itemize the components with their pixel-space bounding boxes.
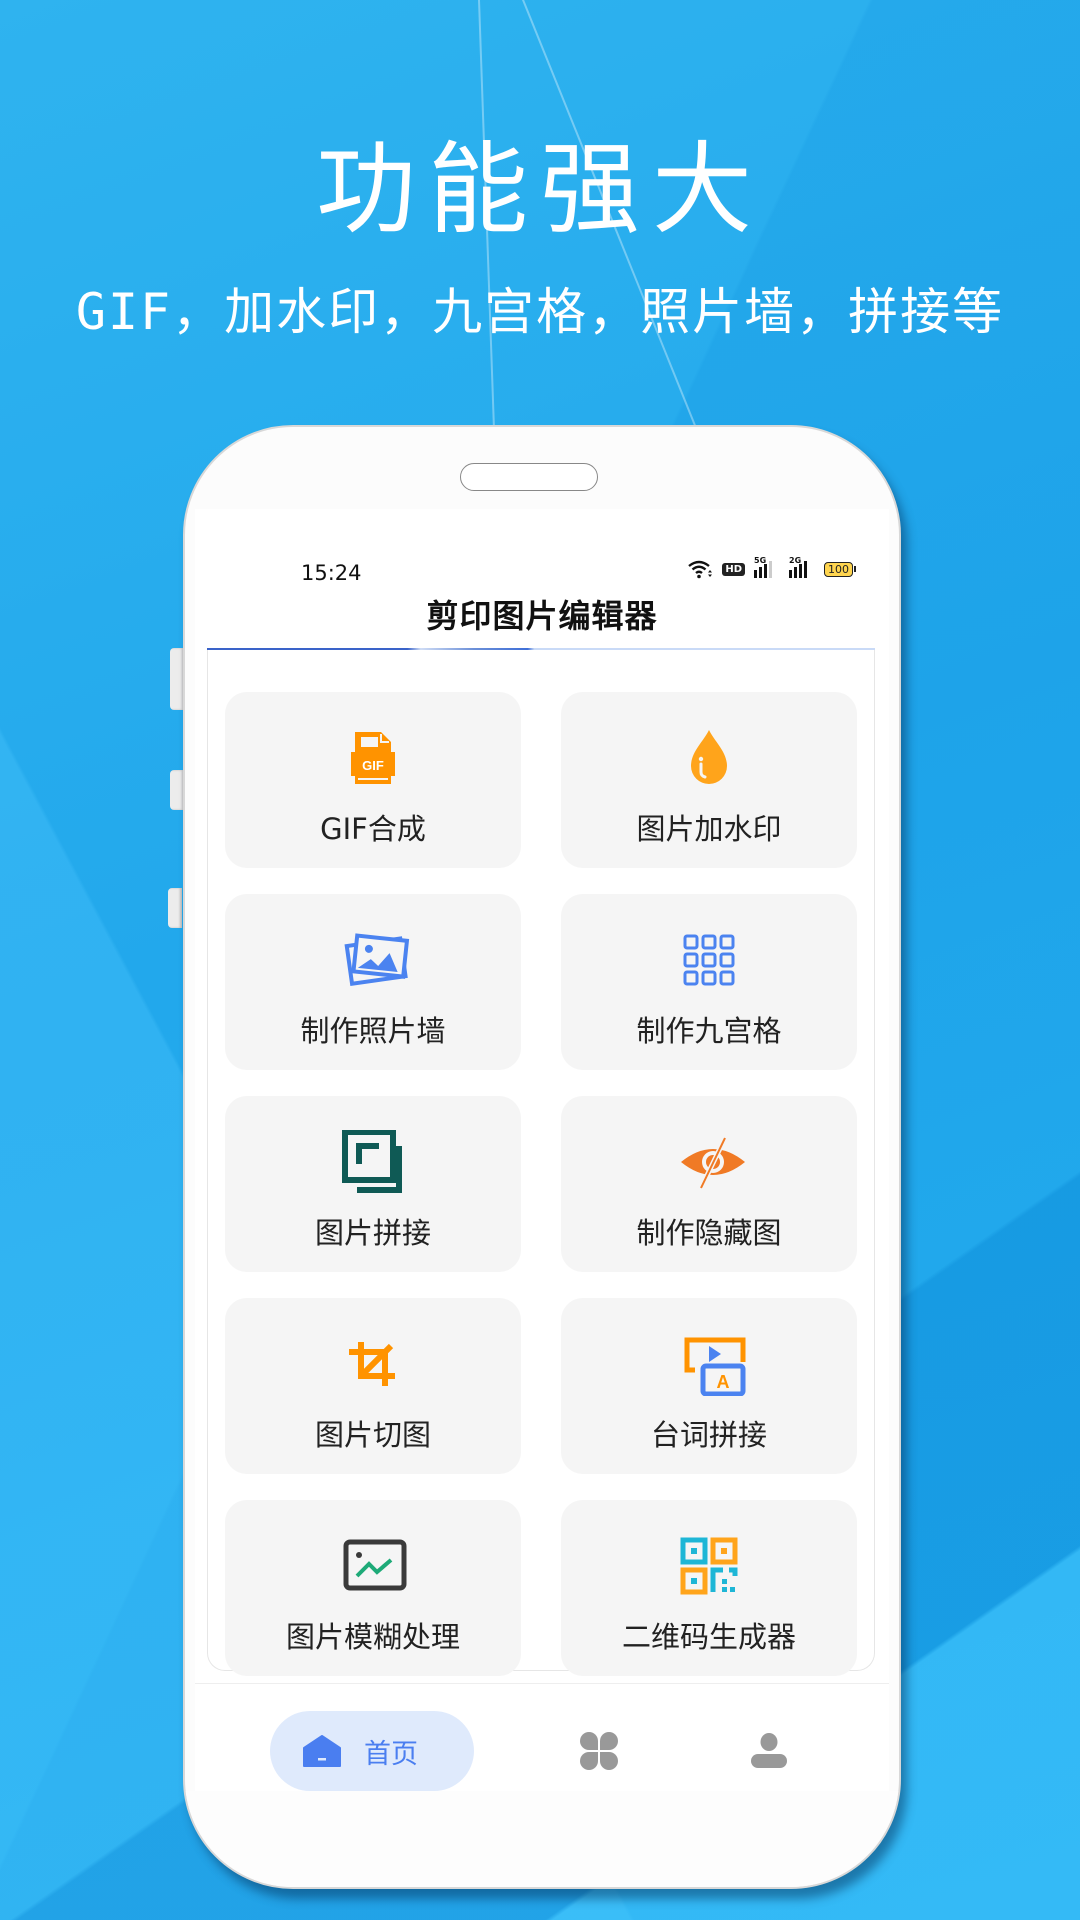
feature-label: 图片切图 <box>314 1418 431 1452</box>
tab-apps[interactable] <box>579 1731 619 1775</box>
feature-gif-compose[interactable]: GIF GIF合成 <box>225 692 521 868</box>
promo-subline: GIF，加水印，九宫格，照片墙，拼接等 <box>75 283 1005 341</box>
wifi-icon <box>687 559 713 579</box>
nine-grid-icon <box>677 928 741 992</box>
feature-label: 图片加水印 <box>636 812 782 846</box>
qr-code-icon <box>677 1534 741 1598</box>
phone-side-button <box>170 770 184 810</box>
svg-text:GIF: GIF <box>362 758 384 773</box>
feature-hidden-image[interactable]: 制作隐藏图 <box>561 1096 857 1272</box>
feature-panel: GIF GIF合成 图片加水印 制作照片墙 制作九宫格 图片拼接 制作隐藏图 图… <box>207 650 875 1676</box>
phone-earpiece <box>460 463 598 491</box>
feature-label: 台词拼接 <box>650 1418 767 1452</box>
battery-icon: 100 <box>824 561 856 577</box>
status-time: 15:24 <box>301 561 362 585</box>
crop-icon <box>341 1332 405 1396</box>
water-drop-icon <box>677 726 741 790</box>
feature-watermark[interactable]: 图片加水印 <box>561 692 857 868</box>
image-chart-icon <box>341 1534 407 1598</box>
feature-label: 二维码生成器 <box>621 1620 796 1654</box>
feature-qr-generator[interactable]: 二维码生成器 <box>561 1500 857 1676</box>
feature-label: 图片拼接 <box>314 1216 431 1250</box>
signal-5g-icon: 5G <box>754 556 780 578</box>
gif-file-icon: GIF <box>341 726 405 790</box>
app-title: 剪印图片编辑器 <box>426 597 658 635</box>
phone-mockup: 15:24 HD 5G 2G 100 剪印图片编辑器 GIF GIF合成 图片加… <box>183 425 901 1889</box>
phone-side-button <box>168 888 182 928</box>
feature-label: 制作隐藏图 <box>636 1216 782 1250</box>
status-icons: HD 5G 2G 100 <box>687 556 856 579</box>
feature-image-stitch[interactable]: 图片拼接 <box>225 1096 521 1272</box>
feature-label: 制作照片墙 <box>300 1014 446 1048</box>
promo-headline: 功能强大 <box>316 131 764 248</box>
profile-icon <box>749 1733 789 1775</box>
feature-label: 图片模糊处理 <box>285 1620 460 1654</box>
apps-clover-icon <box>579 1732 619 1775</box>
tab-profile[interactable] <box>749 1731 789 1775</box>
feature-label: 制作九宫格 <box>636 1014 782 1048</box>
feature-crop[interactable]: 图片切图 <box>225 1298 521 1474</box>
feature-blur[interactable]: 图片模糊处理 <box>225 1500 521 1676</box>
subtitle-play-icon: A <box>677 1332 746 1397</box>
feature-subtitle-stitch[interactable]: A 台词拼接 <box>561 1298 857 1474</box>
signal-2g-icon: 2G <box>789 556 815 578</box>
phone-bottom-bezel <box>185 1791 899 1887</box>
photo-stack-icon <box>341 928 410 992</box>
hd-icon: HD <box>722 562 745 576</box>
tabbar-divider <box>195 1683 889 1684</box>
feature-nine-grid[interactable]: 制作九宫格 <box>561 894 857 1070</box>
feature-photo-wall[interactable]: 制作照片墙 <box>225 894 521 1070</box>
svg-text:A: A <box>717 1372 730 1392</box>
app-screen: 15:24 HD 5G 2G 100 剪印图片编辑器 GIF GIF合成 图片加… <box>195 509 889 1791</box>
eye-off-icon <box>677 1130 745 1194</box>
feature-label: GIF合成 <box>320 812 426 846</box>
tab-home-label: 首页 <box>364 1738 418 1770</box>
overlap-squares-icon <box>341 1129 405 1194</box>
home-icon <box>302 1734 342 1768</box>
tab-home[interactable]: 首页 <box>270 1711 474 1791</box>
phone-side-button <box>170 648 184 710</box>
feature-grid: GIF GIF合成 图片加水印 制作照片墙 制作九宫格 图片拼接 制作隐藏图 图… <box>225 692 857 1676</box>
